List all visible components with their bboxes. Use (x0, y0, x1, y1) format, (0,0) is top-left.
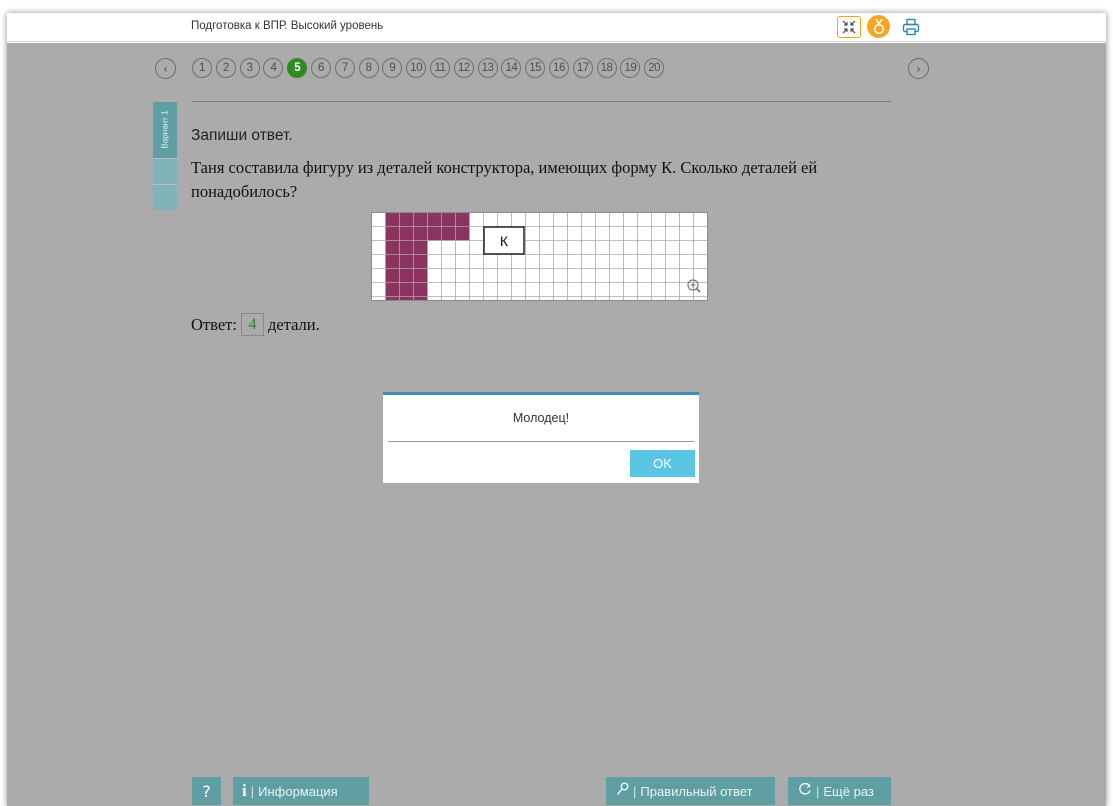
chevron-left-icon[interactable]: ‹ (155, 58, 176, 79)
collapse-icon[interactable] (837, 16, 861, 38)
page-3[interactable]: 3 (239, 58, 260, 78)
shape-cell (413, 212, 428, 227)
shape-cell (413, 240, 428, 255)
shape-cell (455, 226, 470, 241)
page-title: Подготовка к ВПР. Высокий уровень (191, 20, 384, 32)
help-label: ? (202, 781, 211, 801)
shape-cell (399, 254, 414, 269)
info-label: Информация (258, 783, 338, 799)
dialog-message: Молодец! (512, 411, 570, 425)
page-4[interactable]: 4 (263, 58, 284, 78)
page-12[interactable]: 12 (453, 58, 474, 78)
shape-cell (399, 282, 414, 301)
page-10[interactable]: 10 (406, 58, 427, 78)
variant-slot[interactable] (153, 158, 177, 184)
page-2[interactable]: 2 (215, 58, 236, 78)
shape-cell (399, 240, 414, 255)
answer-prefix: Ответ: (191, 314, 237, 334)
refresh-icon (798, 782, 812, 800)
page-13[interactable]: 13 (477, 58, 498, 78)
pagination: 1 2 3 4 5 6 7 8 9 10 11 12 13 14 15 16 17 18 19 20 (192, 58, 665, 80)
retry-label: Ещё раз (823, 783, 874, 799)
chevron-right-icon[interactable]: › (908, 58, 929, 79)
correct-answer-label: Правильный ответ (640, 783, 753, 799)
page-14[interactable]: 14 (501, 58, 522, 78)
shape-cell (385, 240, 400, 255)
page-9[interactable]: 9 (382, 58, 403, 78)
ok-button[interactable]: OK (630, 450, 695, 477)
result-dialog: Молодец! OK (383, 392, 699, 483)
page-6[interactable]: 6 (310, 58, 331, 78)
shape-cell (427, 226, 442, 241)
help-button[interactable]: ? (192, 777, 221, 805)
shape-cell (385, 212, 400, 227)
task-question: Таня составила фигуру из деталей констру… (191, 158, 818, 201)
page-5[interactable]: 5 (287, 58, 308, 78)
answer-input[interactable]: 4 (240, 313, 264, 336)
answer-suffix: детали. (267, 314, 320, 334)
shape-cell (385, 254, 400, 269)
shape-cell (455, 212, 470, 227)
task-instruction: Запиши ответ. (191, 127, 293, 144)
figure-grid: К (371, 212, 711, 309)
shape-cell (399, 268, 414, 283)
page-16[interactable]: 16 (548, 58, 569, 78)
page-11[interactable]: 11 (429, 58, 450, 78)
page-19[interactable]: 19 (620, 58, 641, 78)
page-20[interactable]: 20 (644, 58, 665, 78)
shape-cell (441, 212, 456, 227)
variant-tab[interactable]: Вариант 1 (153, 102, 177, 210)
shape-cell (413, 268, 428, 283)
shape-cell (385, 282, 400, 301)
shape-cell (413, 226, 428, 241)
variant-label: Вариант 1 (160, 110, 170, 148)
print-icon[interactable] (899, 15, 923, 39)
page-18[interactable]: 18 (596, 58, 617, 78)
page-17[interactable]: 17 (572, 58, 593, 78)
shape-cell (441, 226, 456, 241)
info-button[interactable]: i | Информация (233, 777, 369, 805)
page-15[interactable]: 15 (525, 58, 546, 78)
main-content: ‹ 1 2 3 4 5 6 7 8 9 10 11 12 13 14 15 16 17 18 19 20 › Вари… (7, 43, 1106, 806)
correct-answer-button[interactable]: | Правильный ответ (606, 777, 775, 805)
shape-cell (385, 226, 400, 241)
page-8[interactable]: 8 (358, 58, 379, 78)
answer-row: Ответ: 4 детали. (191, 313, 320, 336)
medal-icon[interactable] (867, 15, 890, 38)
shape-cell (413, 282, 428, 301)
piece-label: К (500, 233, 509, 249)
top-bar: Подготовка к ВПР. Высокий уровень (7, 13, 1106, 42)
shape-cell (385, 268, 400, 283)
dialog-divider (388, 441, 694, 442)
variant-slot[interactable] (153, 184, 177, 210)
app-window: Подготовка к ВПР. Высокий уровень ‹ 1 2 … (7, 13, 1106, 806)
retry-button[interactable]: | Ещё раз (788, 777, 891, 805)
shape-cell (399, 212, 414, 227)
info-icon: i (242, 781, 247, 800)
key-icon (616, 782, 629, 800)
shape-cell (413, 254, 428, 269)
shape-cell (399, 226, 414, 241)
shape-cell (427, 212, 442, 227)
page-1[interactable]: 1 (192, 58, 212, 78)
pagination-divider (192, 101, 891, 102)
page-7[interactable]: 7 (334, 58, 355, 78)
